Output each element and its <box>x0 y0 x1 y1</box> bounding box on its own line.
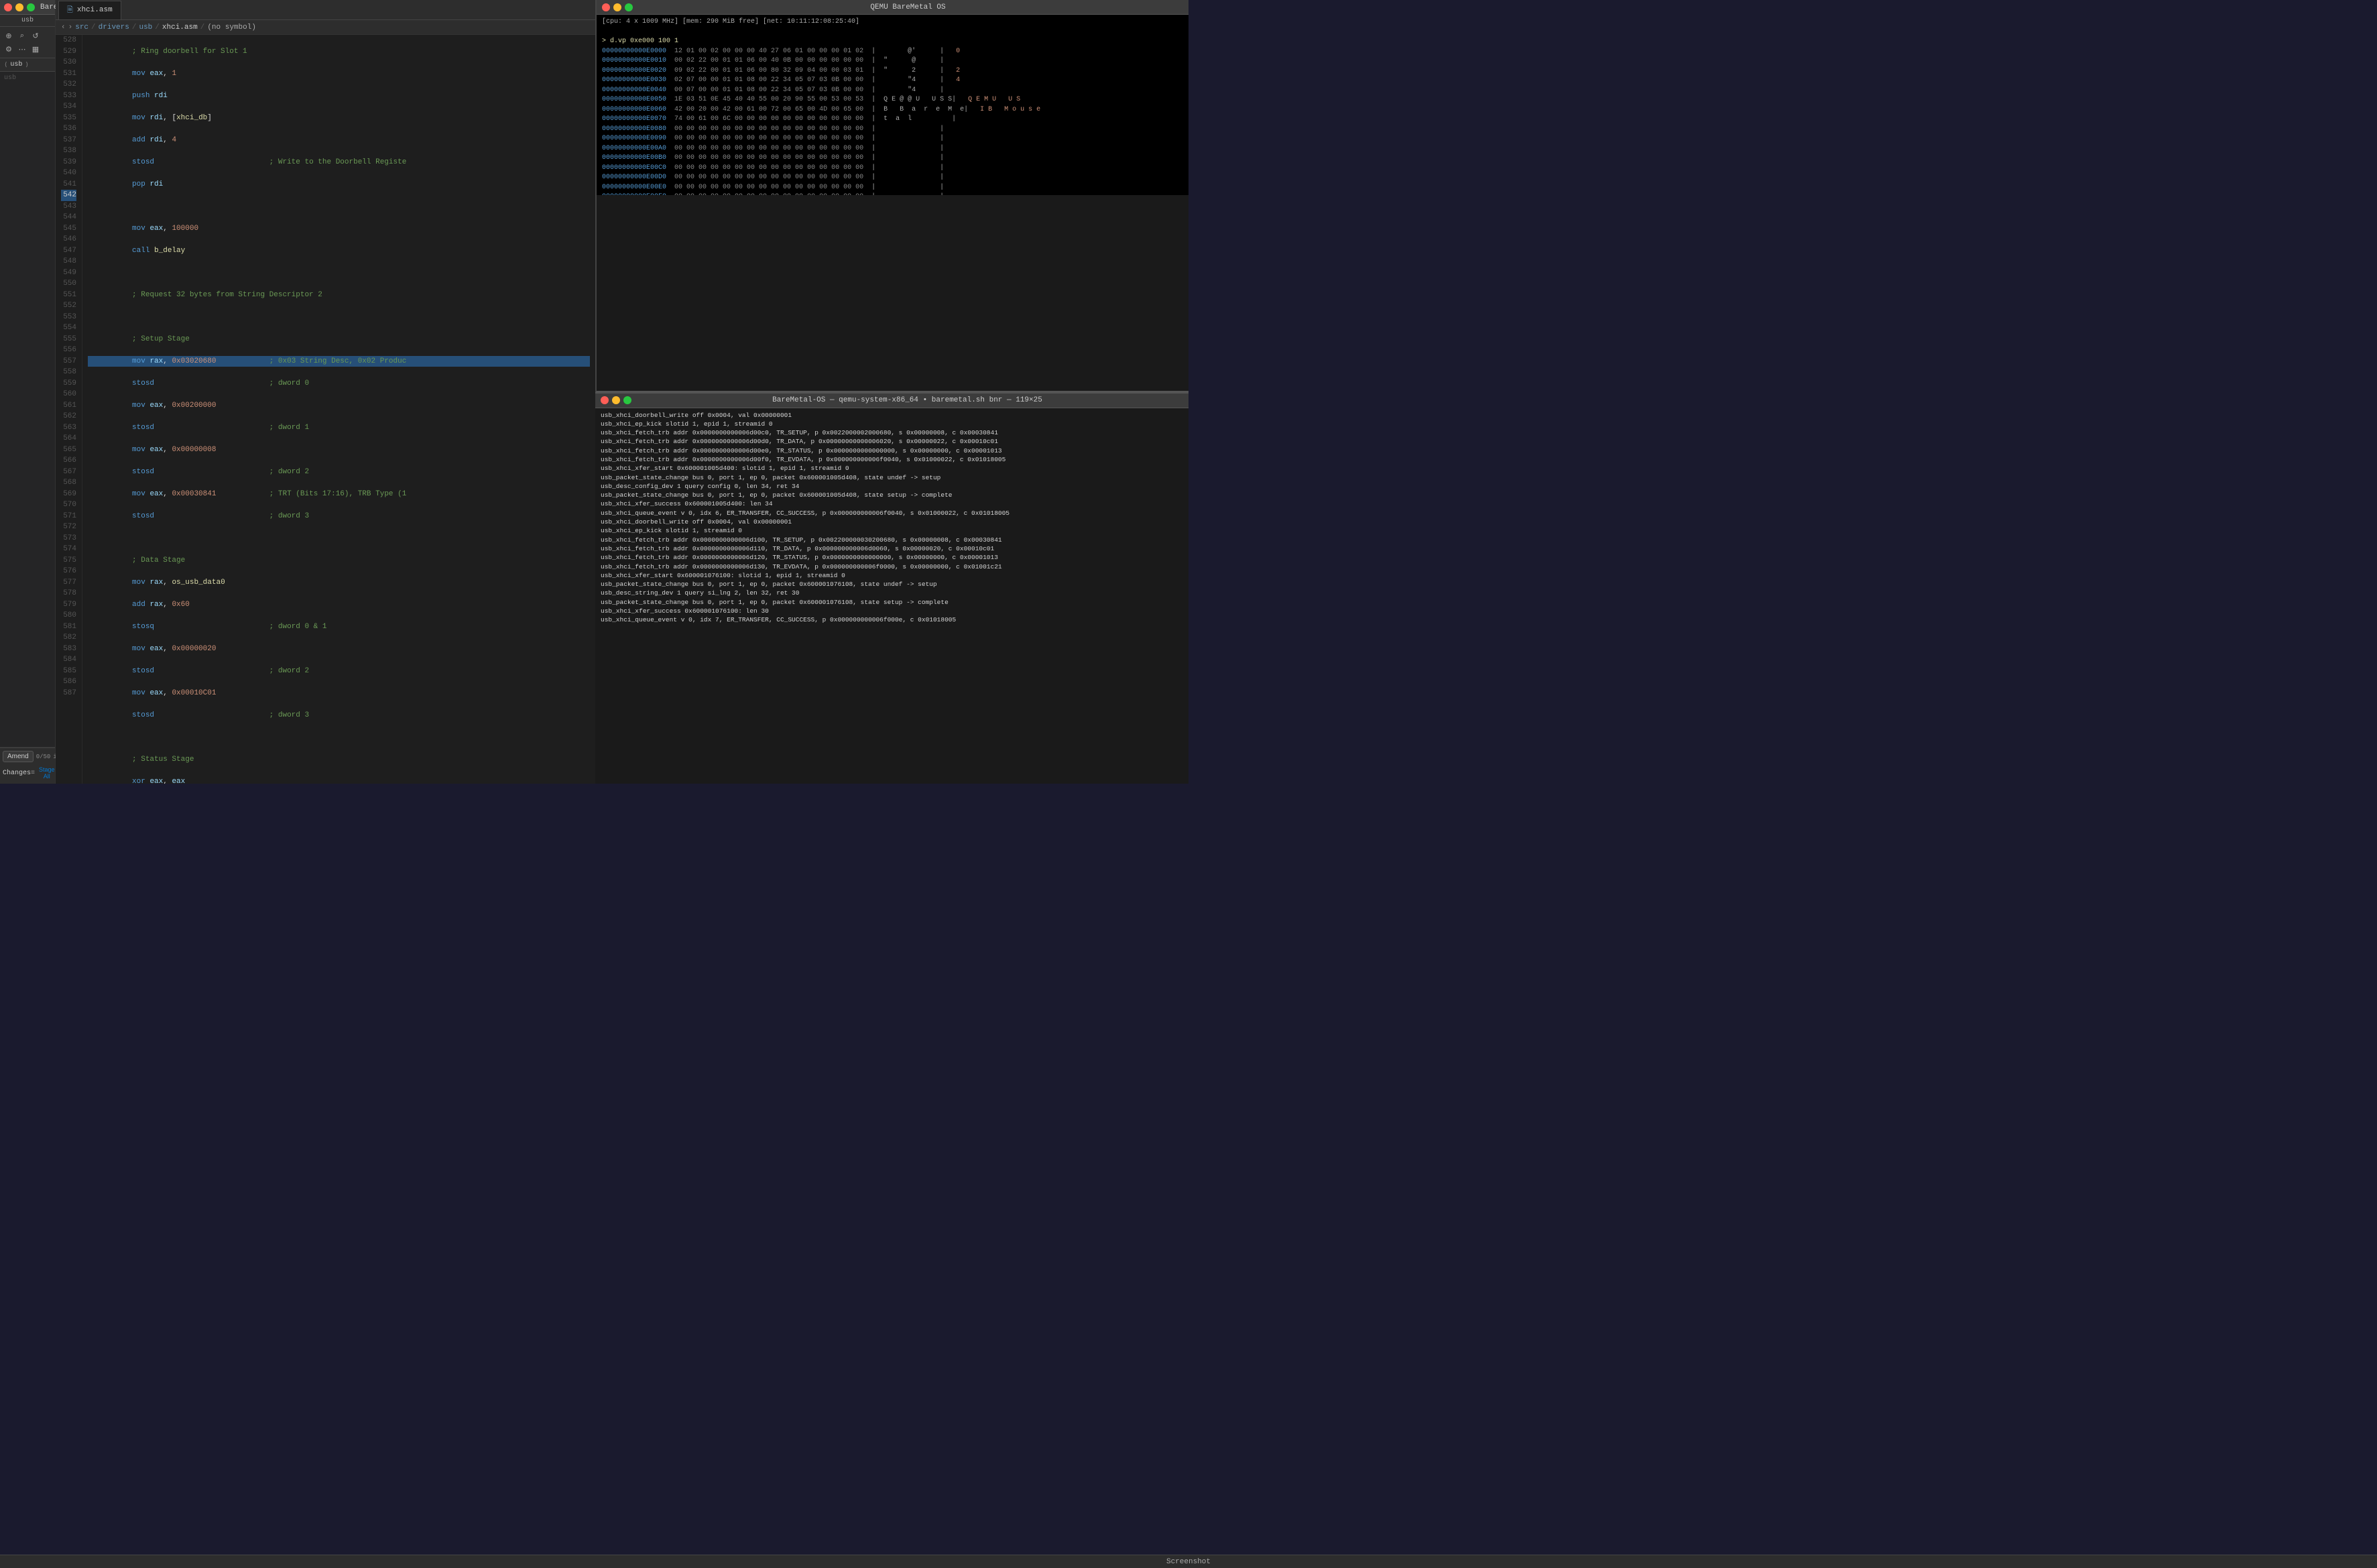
grid-button[interactable]: ▦ <box>29 43 42 55</box>
breadcrumb-symbol: (no symbol) <box>207 23 256 32</box>
terminal-minimize-button[interactable] <box>612 396 620 404</box>
screenshot-button[interactable]: Screenshot <box>1166 1558 1211 1566</box>
search-button[interactable]: ⌕ <box>16 29 28 42</box>
minimize-button[interactable] <box>15 3 23 11</box>
close-button[interactable] <box>4 3 12 11</box>
main-window: BareMetal usb ⊕ ⌕ ↺ ⚙ ⋯ ▦ ⟨ usb ⟩ usb Am… <box>0 0 1188 784</box>
branch-name: usb <box>10 61 22 68</box>
qemu-terminal-window: BareMetal-OS — qemu-system-x86_64 • bare… <box>595 392 1188 784</box>
commit-placeholder: usb <box>4 74 16 82</box>
traffic-lights <box>4 3 35 11</box>
changes-row: Changes ≡ Stage All <box>3 765 52 781</box>
tab-icon: 🗎 <box>67 4 73 17</box>
tab-label: xhci.asm <box>77 6 113 14</box>
sidebar: BareMetal usb ⊕ ⌕ ↺ ⚙ ⋯ ▦ ⟨ usb ⟩ usb Am… <box>0 0 56 784</box>
breadcrumb-back-icon[interactable]: ‹ <box>61 23 66 32</box>
terminal-output: usb_xhci_doorbell_write off 0x0004, val … <box>595 408 1188 784</box>
sidebar-toolbar: ⊕ ⌕ ↺ ⚙ ⋯ ▦ <box>0 27 55 58</box>
maximize-button[interactable] <box>27 3 35 11</box>
refresh-button[interactable]: ↺ <box>29 29 42 42</box>
terminal-close-button[interactable] <box>601 396 609 404</box>
terminal-traffic-lights <box>601 396 631 404</box>
qemu-minimize-button[interactable] <box>613 3 621 11</box>
sidebar-branch[interactable]: ⟨ usb ⟩ <box>0 58 55 72</box>
breadcrumb-file[interactable]: xhci.asm <box>162 23 198 32</box>
amend-count: 0/50 <box>36 753 51 760</box>
breadcrumb-drivers[interactable]: drivers <box>99 23 129 32</box>
tab-bar: 🗎 xhci.asm <box>56 0 595 20</box>
qemu-traffic-lights <box>602 3 633 11</box>
line-numbers: 528 529 530 531 532 533 534 535 536 537 … <box>56 35 82 784</box>
breadcrumb-fwd-icon[interactable]: › <box>68 23 73 32</box>
qemu-window-title: QEMU BareMetal OS <box>633 3 1183 11</box>
new-file-button[interactable]: ⊕ <box>3 29 15 42</box>
amend-button[interactable]: Amend <box>3 751 34 762</box>
breadcrumb-src[interactable]: src <box>75 23 88 32</box>
list-icon: ≡ <box>31 770 35 777</box>
sidebar-repo: usb <box>0 15 55 27</box>
qemu-display-window: QEMU BareMetal OS [cpu: 4 x 1009 MHz] [m… <box>595 0 1188 392</box>
commit-message-area[interactable]: usb <box>0 72 55 747</box>
qemu-screen: [cpu: 4 x 1009 MHz] [mem: 290 MiB free] … <box>597 15 1188 195</box>
branch-arrow-icon: ⟨ <box>4 62 7 68</box>
editor-tab-xhci[interactable]: 🗎 xhci.asm <box>58 1 121 19</box>
breadcrumb-sep3: / <box>155 23 160 32</box>
breadcrumb-sep1: / <box>91 23 96 32</box>
changes-label: Changes <box>3 770 31 777</box>
terminal-maximize-button[interactable] <box>623 396 631 404</box>
code-content[interactable]: ; Ring doorbell for Slot 1 mov eax, 1 pu… <box>82 35 595 784</box>
breadcrumb: ‹ › src / drivers / usb / xhci.asm / (no… <box>56 20 595 35</box>
terminal-titlebar: BareMetal-OS — qemu-system-x86_64 • bare… <box>595 394 1188 408</box>
qemu-titlebar: QEMU BareMetal OS <box>597 0 1188 15</box>
branch-chevron-icon: ⟩ <box>25 62 28 68</box>
qemu-close-button[interactable] <box>602 3 610 11</box>
breadcrumb-usb[interactable]: usb <box>139 23 152 32</box>
sidebar-titlebar: BareMetal <box>0 0 55 15</box>
breadcrumb-sep4: / <box>200 23 205 32</box>
more-button[interactable]: ⋯ <box>16 43 28 55</box>
terminal-window-title: BareMetal-OS — qemu-system-x86_64 • bare… <box>631 396 1183 404</box>
code-area: 528 529 530 531 532 533 534 535 536 537 … <box>56 35 595 784</box>
settings-button[interactable]: ⚙ <box>3 43 15 55</box>
editor-main: 🗎 xhci.asm ‹ › src / drivers / usb / xhc… <box>56 0 595 784</box>
breadcrumb-sep2: / <box>132 23 137 32</box>
qemu-maximize-button[interactable] <box>625 3 633 11</box>
right-panel: QEMU BareMetal OS [cpu: 4 x 1009 MHz] [m… <box>595 0 1188 784</box>
amend-row: Amend 0/50 is Commit <box>3 751 52 762</box>
stage-all-button[interactable]: Stage All <box>39 766 55 780</box>
sidebar-bottom: Amend 0/50 is Commit Changes ≡ Stage All <box>0 747 55 784</box>
